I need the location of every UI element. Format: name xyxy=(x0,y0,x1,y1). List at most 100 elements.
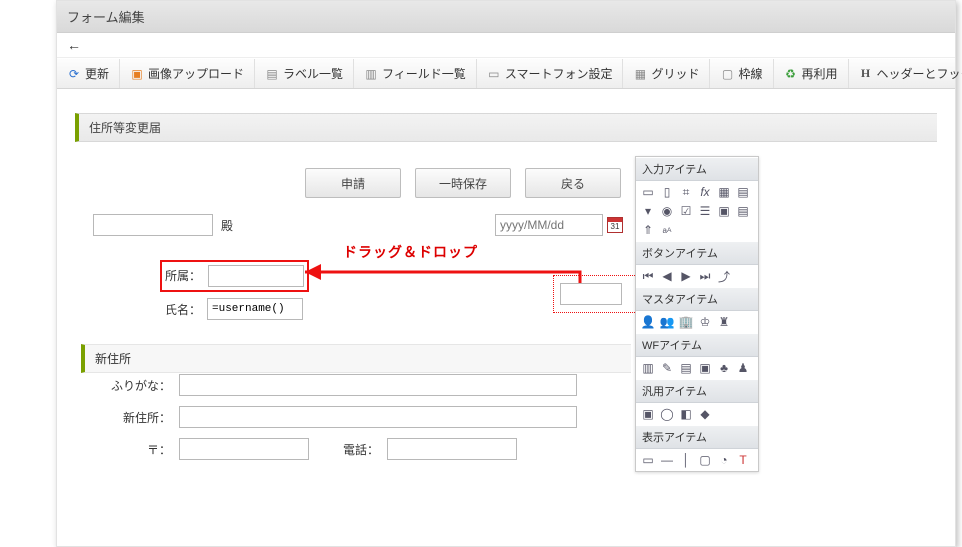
pal-gen3-icon[interactable]: ◧ xyxy=(678,406,694,422)
toolbar-header-footer[interactable]: H ヘッダーとフッター xyxy=(849,59,962,88)
toolbar-hf-label: ヘッダーとフッター xyxy=(877,65,962,82)
toolbar-label-list[interactable]: ▤ ラベル一覧 xyxy=(255,59,354,88)
pal-role-icon[interactable]: ♔ xyxy=(697,314,713,330)
form-title: 住所等変更届 xyxy=(75,113,937,142)
back-button[interactable]: 戻る xyxy=(525,168,621,198)
apply-button[interactable]: 申請 xyxy=(305,168,401,198)
pal-wf6-icon[interactable]: ♟ xyxy=(735,360,751,376)
pal-texticon[interactable]: T xyxy=(735,452,751,468)
pal-box-icon[interactable]: ▢ xyxy=(697,452,713,468)
name-input[interactable] xyxy=(207,298,303,320)
pal-select-icon[interactable]: ▾ xyxy=(640,203,656,219)
toolbar-update-label: 更新 xyxy=(85,65,109,82)
pal-wf3-icon[interactable]: ▤ xyxy=(678,360,694,376)
image-upload-icon: ▣ xyxy=(130,67,144,81)
pal-gen2-icon[interactable]: ◯ xyxy=(659,406,675,422)
toolbar-grid[interactable]: ▦ グリッド xyxy=(623,59,710,88)
toolbar-reuse-label: 再利用 xyxy=(802,65,838,82)
pal-color-icon[interactable]: ◔ xyxy=(716,452,732,468)
toolbar-image-upload[interactable]: ▣ 画像アップロード xyxy=(120,59,255,88)
border-icon: ▢ xyxy=(720,67,734,81)
toolbar-update[interactable]: ⟳ 更新 xyxy=(57,59,120,88)
field-list-icon: ▥ xyxy=(364,67,378,81)
toolbar-reuse[interactable]: ♻ 再利用 xyxy=(774,59,849,88)
refresh-icon: ⟳ xyxy=(67,67,81,81)
pal-date-icon[interactable]: ▦ xyxy=(716,184,732,200)
furigana-label: ふりがな： xyxy=(111,377,171,394)
smartphone-icon: ▭ xyxy=(487,67,501,81)
pal-gen4-icon[interactable]: ◆ xyxy=(697,406,713,422)
pal-org-icon[interactable]: 🏢 xyxy=(678,314,694,330)
new-address-input[interactable] xyxy=(179,406,577,428)
calendar-icon[interactable] xyxy=(607,217,623,233)
toolbar: ⟳ 更新 ▣ 画像アップロード ▤ ラベル一覧 ▥ フィールド一覧 ▭ スマート… xyxy=(57,58,955,89)
new-address-label: 新住所： xyxy=(111,409,171,426)
pal-radio-icon[interactable]: ◉ xyxy=(659,203,675,219)
drag-drop-annotation: ドラッグ＆ドロップ xyxy=(343,242,478,262)
pal-datetime-icon[interactable]: ▤ xyxy=(735,184,751,200)
grid-icon: ▦ xyxy=(633,67,647,81)
pal-btn-first-icon[interactable]: ⏮ xyxy=(640,268,656,284)
affiliation-input[interactable] xyxy=(208,265,304,287)
pal-btn-next-icon[interactable]: ▶ xyxy=(678,268,694,284)
recipient-suffix-label: 殿 xyxy=(221,217,233,234)
pal-wf4-icon[interactable]: ▣ xyxy=(697,360,713,376)
pal-rect-icon[interactable]: ▭ xyxy=(640,452,656,468)
drag-ghost-input xyxy=(560,283,622,305)
pal-textarea-icon[interactable]: ▯ xyxy=(659,184,675,200)
toolbar-smartphone[interactable]: ▭ スマートフォン設定 xyxy=(477,59,624,88)
item-palette: 入力アイテム ▭ ▯ ⌗ fx ▦ ▤ ▾ ◉ ☑ ☰ ▣ ▤ ⇑ aA xyxy=(635,156,759,472)
pal-file-icon[interactable]: ▣ xyxy=(716,203,732,219)
label-list-icon: ▤ xyxy=(265,67,279,81)
palette-header-master: マスタアイテム xyxy=(636,287,758,311)
toolbar-border[interactable]: ▢ 枠線 xyxy=(710,59,773,88)
zip-label: 〒： xyxy=(111,441,171,458)
highlighted-drop-target: 所属： xyxy=(160,260,309,292)
toolbar-field-list[interactable]: ▥ フィールド一覧 xyxy=(354,59,477,88)
pal-text-icon[interactable]: ▭ xyxy=(640,184,656,200)
recipient-input[interactable] xyxy=(93,214,213,236)
pal-wf1-icon[interactable]: ▥ xyxy=(640,360,656,376)
palette-header-input: 入力アイテム xyxy=(636,157,758,181)
toolbar-label-label: ラベル一覧 xyxy=(283,65,343,82)
pal-font-icon[interactable]: aA xyxy=(659,222,675,238)
tel-input[interactable] xyxy=(387,438,517,460)
toolbar-field-label: フィールド一覧 xyxy=(382,65,466,82)
pal-group-icon[interactable]: 👥 xyxy=(659,314,675,330)
pal-btn-last-icon[interactable]: ⏭ xyxy=(697,268,713,284)
save-button[interactable]: 一時保存 xyxy=(415,168,511,198)
pal-user-icon[interactable]: 👤 xyxy=(640,314,656,330)
pal-btn-out-icon[interactable]: ⤴ xyxy=(716,268,732,284)
toolbar-image-label: 画像アップロード xyxy=(148,65,244,82)
pal-btn-prev-icon[interactable]: ◀ xyxy=(659,268,675,284)
pal-dept-icon[interactable]: ♜ xyxy=(716,314,732,330)
pal-upload-icon[interactable]: ⇑ xyxy=(640,222,656,238)
back-arrow-icon[interactable]: ← xyxy=(67,37,81,53)
toolbar-grid-label: グリッド xyxy=(651,65,699,82)
palette-header-generic: 汎用アイテム xyxy=(636,379,758,403)
reuse-icon: ♻ xyxy=(784,67,798,81)
pal-number-icon[interactable]: ⌗ xyxy=(678,184,694,200)
name-label: 氏名： xyxy=(163,301,201,318)
toolbar-phone-label: スマートフォン設定 xyxy=(505,65,613,82)
new-address-section-title: 新住所 xyxy=(81,344,631,373)
window-title: フォーム編集 xyxy=(57,1,955,33)
header-footer-icon: H xyxy=(859,67,873,81)
pal-vline-icon[interactable]: │ xyxy=(678,452,694,468)
furigana-input[interactable] xyxy=(179,374,577,396)
pal-check-icon[interactable]: ☑ xyxy=(678,203,694,219)
tel-label: 電話： xyxy=(339,441,379,458)
palette-header-display: 表示アイテム xyxy=(636,425,758,449)
affiliation-label: 所属： xyxy=(165,267,201,284)
pal-wf2-icon[interactable]: ✎ xyxy=(659,360,675,376)
toolbar-border-label: 枠線 xyxy=(738,65,762,82)
pal-grid-icon[interactable]: ▤ xyxy=(735,203,751,219)
pal-line-icon[interactable]: — xyxy=(659,452,675,468)
pal-gen1-icon[interactable]: ▣ xyxy=(640,406,656,422)
zip-input[interactable] xyxy=(179,438,309,460)
pal-list-icon[interactable]: ☰ xyxy=(697,203,713,219)
pal-wf5-icon[interactable]: ♣ xyxy=(716,360,732,376)
date-input[interactable] xyxy=(495,214,603,236)
pal-formula-icon[interactable]: fx xyxy=(697,184,713,200)
palette-header-button: ボタンアイテム xyxy=(636,241,758,265)
